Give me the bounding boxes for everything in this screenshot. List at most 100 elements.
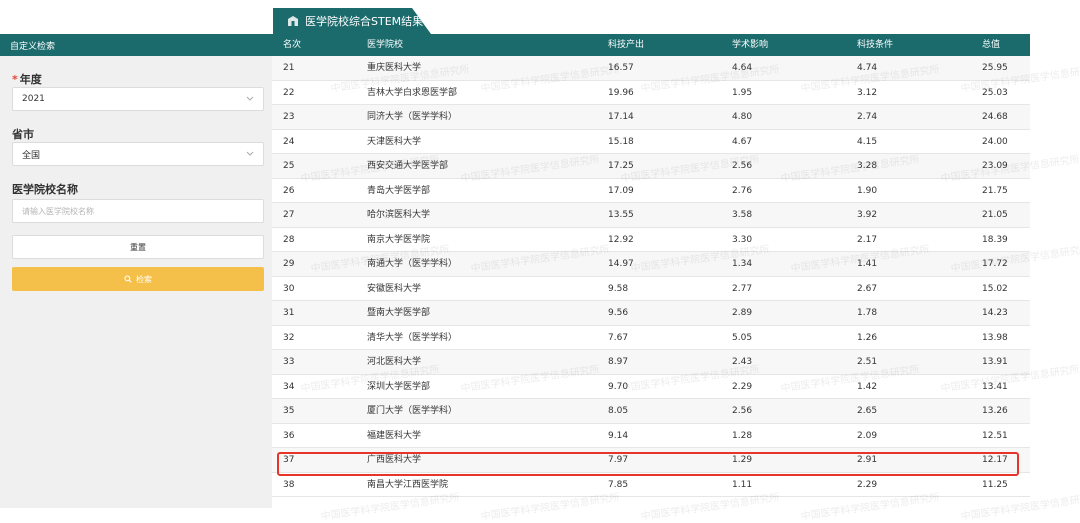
tab-title: 医学院校综合STEM结果 [305, 15, 424, 28]
cell-output: 9.14 [608, 430, 629, 441]
header-impact[interactable]: 学术影响 [732, 34, 768, 56]
year-value: 2021 [22, 94, 45, 104]
cell-impact: 2.56 [732, 406, 753, 416]
cell-rank: 35 [283, 406, 295, 416]
tab-stem-results[interactable]: 医学院校综合STEM结果 [273, 8, 431, 34]
table-row[interactable]: 30 安徽医科大学 9.58 2.77 2.67 15.02 [272, 276, 1030, 301]
cell-output: 17.14 [608, 112, 634, 122]
table-row[interactable]: 34 深圳大学医学部 9.70 2.29 1.42 13.41 [272, 374, 1030, 399]
table-row[interactable]: 27 哈尔滨医科大学 13.55 3.58 3.92 21.05 [272, 203, 1030, 228]
cell-school: 西安交通大学医学部 [367, 161, 449, 171]
cell-output: 17.09 [608, 185, 634, 196]
table-row[interactable]: 21 重庆医科大学 16.57 4.64 4.74 25.95 [272, 56, 1030, 81]
cell-output: 7.97 [608, 455, 629, 465]
cell-rank: 33 [283, 357, 295, 367]
cell-output: 9.58 [608, 283, 629, 294]
table-row[interactable]: 25 西安交通大学医学部 17.25 2.56 3.28 23.09 [272, 154, 1030, 179]
cell-conditions: 2.65 [857, 406, 878, 416]
cell-rank: 24 [283, 136, 295, 147]
province-label-row: 省市 [0, 123, 34, 142]
cell-total: 25.95 [982, 63, 1008, 73]
table-row[interactable]: 22 吉林大学白求恩医学部 19.96 1.95 3.12 25.03 [272, 80, 1030, 105]
province-select[interactable]: 全国 [12, 142, 264, 166]
school-label-row: 医学院校名称 [0, 178, 78, 197]
cell-impact: 1.11 [732, 479, 753, 490]
cell-rank: 29 [283, 259, 295, 269]
table-row[interactable]: 37 广西医科大学 7.97 1.29 2.91 12.17 [272, 448, 1030, 473]
reset-button[interactable]: 重置 [12, 235, 264, 259]
chevron-down-icon [246, 151, 254, 156]
year-select[interactable]: 2021 [12, 87, 264, 111]
cell-school: 河北医科大学 [367, 357, 422, 367]
table-row[interactable]: 28 南京大学医学院 12.92 3.30 2.17 18.39 [272, 227, 1030, 252]
cell-output: 19.96 [608, 87, 634, 98]
cell-conditions: 4.74 [857, 63, 878, 73]
table-row[interactable]: 36 福建医科大学 9.14 1.28 2.09 12.51 [272, 423, 1030, 448]
header-school[interactable]: 医学院校 [367, 34, 403, 56]
search-icon [124, 275, 132, 283]
cell-conditions: 2.74 [857, 112, 878, 122]
cell-impact: 2.77 [732, 283, 753, 294]
cell-total: 13.26 [982, 406, 1008, 416]
cell-rank: 26 [283, 185, 295, 196]
cell-impact: 2.29 [732, 381, 753, 392]
cell-impact: 4.67 [732, 136, 753, 147]
cell-impact: 5.05 [732, 332, 753, 343]
cell-conditions: 1.42 [857, 381, 878, 392]
cell-output: 8.97 [608, 357, 629, 367]
cell-school: 福建医科大学 [367, 430, 422, 441]
table-row[interactable]: 24 天津医科大学 15.18 4.67 4.15 24.00 [272, 129, 1030, 154]
table-row[interactable]: 38 南昌大学江西医学院 7.85 1.11 2.29 11.25 [272, 472, 1030, 497]
table-row[interactable]: 29 南通大学（医学学科） 14.97 1.34 1.41 17.72 [272, 252, 1030, 277]
cell-output: 12.92 [608, 234, 634, 245]
cell-rank: 34 [283, 381, 295, 392]
cell-impact: 1.29 [732, 455, 753, 465]
cell-school: 清华大学（医学学科） [367, 332, 458, 343]
cell-school: 厦门大学（医学学科） [367, 406, 458, 416]
header-conditions[interactable]: 科技条件 [857, 34, 893, 56]
cell-total: 12.17 [982, 455, 1008, 465]
cell-school: 深圳大学医学部 [367, 381, 431, 392]
search-button[interactable]: 检索 [12, 267, 264, 291]
cell-rank: 37 [283, 455, 295, 465]
cell-impact: 4.80 [732, 112, 753, 122]
school-name-input[interactable] [12, 199, 264, 223]
cell-total: 13.98 [982, 332, 1008, 343]
cell-impact: 3.58 [732, 210, 753, 220]
cell-conditions: 2.29 [857, 479, 878, 490]
cell-total: 21.05 [982, 210, 1008, 220]
table-row[interactable]: 23 同济大学（医学学科） 17.14 4.80 2.74 24.68 [272, 105, 1030, 130]
table-row[interactable]: 26 青岛大学医学部 17.09 2.76 1.90 21.75 [272, 178, 1030, 203]
province-label: 省市 [12, 128, 34, 141]
cell-total: 15.02 [982, 283, 1008, 294]
search-label: 检索 [136, 274, 152, 284]
table-row[interactable]: 35 厦门大学（医学学科） 8.05 2.56 2.65 13.26 [272, 399, 1030, 424]
table-row[interactable]: 32 清华大学（医学学科） 7.67 5.05 1.26 13.98 [272, 325, 1030, 350]
header-output[interactable]: 科技产出 [608, 34, 644, 56]
cell-conditions: 2.51 [857, 357, 878, 367]
year-label: 年度 [19, 73, 42, 86]
table-row[interactable]: 33 河北医科大学 8.97 2.43 2.51 13.91 [272, 350, 1030, 375]
cell-total: 11.25 [982, 479, 1008, 490]
cell-school: 重庆医科大学 [367, 63, 422, 73]
school-icon [287, 15, 299, 27]
header-total[interactable]: 总值 [982, 34, 1000, 56]
chevron-down-icon [246, 96, 254, 101]
table-row[interactable]: 31 暨南大学医学部 9.56 2.89 1.78 14.23 [272, 301, 1030, 326]
cell-rank: 28 [283, 234, 295, 245]
cell-school: 青岛大学医学部 [367, 185, 431, 196]
cell-rank: 23 [283, 112, 295, 122]
cell-conditions: 3.28 [857, 161, 878, 171]
cell-school: 天津医科大学 [367, 136, 422, 147]
cell-total: 24.00 [982, 136, 1008, 147]
cell-output: 13.55 [608, 210, 634, 220]
cell-conditions: 1.90 [857, 185, 878, 196]
cell-conditions: 3.12 [857, 87, 878, 98]
cell-impact: 2.43 [732, 357, 753, 367]
cell-impact: 3.30 [732, 234, 753, 245]
tab-strip: 医学院校综合STEM结果 [0, 0, 1080, 34]
cell-output: 15.18 [608, 136, 634, 147]
header-rank[interactable]: 名次 [283, 34, 301, 56]
cell-conditions: 2.09 [857, 430, 878, 441]
table-header: 名次 医学院校 科技产出 学术影响 科技条件 总值 [272, 34, 1030, 56]
